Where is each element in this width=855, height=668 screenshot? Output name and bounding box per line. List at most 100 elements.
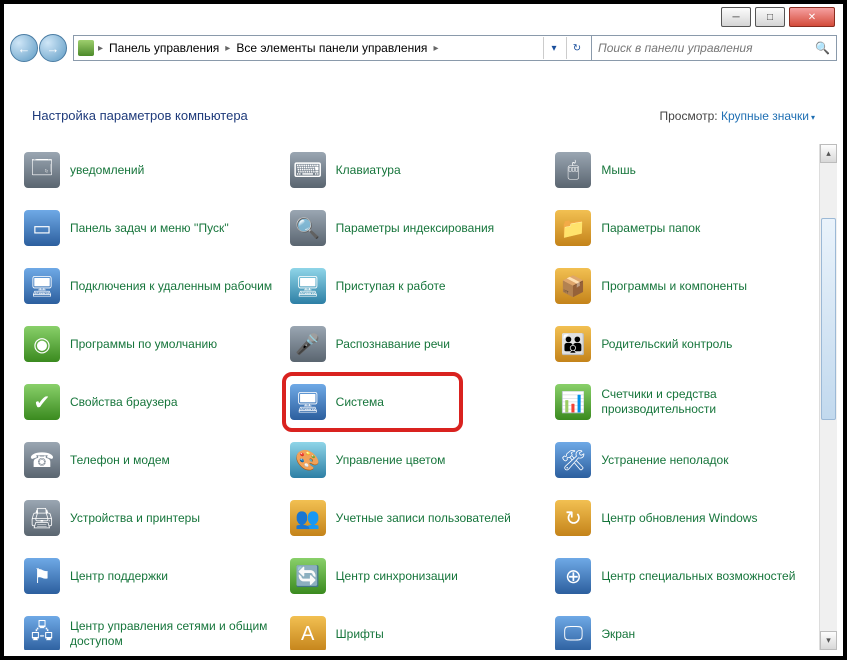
scroll-thumb[interactable] — [821, 218, 836, 420]
item-label: Шрифты — [336, 627, 384, 642]
control-panel-item[interactable]: 📁 Параметры папок — [553, 202, 819, 254]
control-panel-item[interactable]: ↻ Центр обновления Windows — [553, 492, 819, 544]
view-dropdown[interactable]: Крупные значки▾ — [721, 109, 815, 123]
control-panel-item[interactable]: 📊 Счетчики и средства производительности — [553, 376, 819, 428]
item-label: Центр специальных возможностей — [601, 569, 795, 584]
control-panel-item[interactable]: ◉ Программы по умолчанию — [22, 318, 288, 370]
nav-forward-button[interactable]: → — [39, 34, 67, 62]
control-panel-item[interactable]: ☎ Телефон и модем — [22, 434, 288, 486]
scroll-down-button[interactable]: ▾ — [820, 631, 837, 650]
control-panel-item[interactable]: 🖥 Приступая к работе — [288, 260, 554, 312]
item-icon: 👪 — [555, 326, 591, 362]
control-panel-item[interactable]: 🖥 Подключения к удаленным рабочим — [22, 260, 288, 312]
control-panel-item[interactable]: 🗔 уведомлений — [22, 144, 288, 196]
window-frame: ─ □ ✕ ← → ▸ Панель управления ▸ Все элем… — [0, 0, 847, 660]
item-icon: 👥 — [290, 500, 326, 536]
item-icon: ◉ — [24, 326, 60, 362]
item-icon: ⚑ — [24, 558, 60, 594]
item-label: Центр управления сетями и общим доступом — [70, 619, 286, 649]
control-panel-item[interactable]: 🔄Центр синхронизации — [288, 550, 554, 602]
item-icon: 📊 — [555, 384, 591, 420]
chevron-icon: ▸ — [433, 43, 438, 54]
item-label: Телефон и модем — [70, 453, 170, 468]
control-panel-item[interactable]: 🖱 Мышь — [553, 144, 819, 196]
control-panel-item[interactable]: 🖥 Система — [288, 376, 554, 428]
breadcrumb-dropdown-button[interactable]: ▾ — [543, 37, 564, 59]
item-label: Мышь — [601, 163, 636, 178]
item-label: Параметры индексирования — [336, 221, 494, 236]
control-panel-item[interactable]: 👪 Родительский контроль — [553, 318, 819, 370]
nav-back-button[interactable]: ← — [10, 34, 38, 62]
item-icon: 🖥 — [290, 384, 326, 420]
scrollbar[interactable]: ▴ ▾ — [819, 144, 837, 650]
item-icon: 🖥 — [24, 268, 60, 304]
item-label: Учетные записи пользователей — [336, 511, 511, 526]
control-panel-item[interactable]: ⊕Центр специальных возможностей — [553, 550, 819, 602]
item-icon: 🎨 — [290, 442, 326, 478]
item-icon: 🖱 — [555, 152, 591, 188]
control-panel-item[interactable]: ⚑Центр поддержки — [22, 550, 288, 602]
item-label: Панель задач и меню ''Пуск'' — [70, 221, 229, 236]
item-label: Система — [336, 395, 384, 410]
control-panel-item[interactable]: 🎤 Распознавание речи — [288, 318, 554, 370]
control-panel-item[interactable]: 🖵 Экран — [553, 608, 819, 650]
item-icon: ↻ — [555, 500, 591, 536]
address-bar-row: ← → ▸ Панель управления ▸ Все элементы п… — [10, 32, 837, 64]
search-input[interactable]: Поиск в панели управления 🔍 — [592, 35, 837, 61]
control-panel-item[interactable]: 👥 Учетные записи пользователей — [288, 492, 554, 544]
control-panel-icon — [78, 40, 94, 56]
breadcrumb-seg-1[interactable]: Панель управления — [105, 41, 223, 55]
control-panel-item[interactable]: 🛠 Устранение неполадок — [553, 434, 819, 486]
item-icon: 🎤 — [290, 326, 326, 362]
item-icon: ✔ — [24, 384, 60, 420]
control-panel-item[interactable]: 🖨Устройства и принтеры — [22, 492, 288, 544]
view-label: Просмотр: — [659, 109, 717, 123]
control-panel-item[interactable]: A Шрифты — [288, 608, 554, 650]
item-icon: ☎ — [24, 442, 60, 478]
page-title: Настройка параметров компьютера — [32, 108, 248, 123]
item-icon: 🗔 — [24, 152, 60, 188]
maximize-button[interactable]: □ — [755, 7, 785, 27]
item-label: Устранение неполадок — [601, 453, 728, 468]
item-icon: 📦 — [555, 268, 591, 304]
item-label: Экран — [601, 627, 635, 642]
item-label: Приступая к работе — [336, 279, 446, 294]
item-icon: A — [290, 616, 326, 650]
item-label: Центр обновления Windows — [601, 511, 757, 526]
item-icon: 🛠 — [555, 442, 591, 478]
item-label: Распознавание речи — [336, 337, 450, 352]
control-panel-item[interactable]: ▭Панель задач и меню ''Пуск'' — [22, 202, 288, 254]
item-label: Устройства и принтеры — [70, 511, 200, 526]
item-icon: 🖥 — [290, 268, 326, 304]
search-placeholder: Поиск в панели управления — [598, 41, 753, 55]
control-panel-item[interactable]: ⌨Клавиатура — [288, 144, 554, 196]
breadcrumb-bar[interactable]: ▸ Панель управления ▸ Все элементы панел… — [73, 35, 592, 61]
item-icon: 📁 — [555, 210, 591, 246]
control-panel-item[interactable]: 📦 Программы и компоненты — [553, 260, 819, 312]
item-icon: 🔍 — [290, 210, 326, 246]
item-label: уведомлений — [70, 163, 144, 178]
caption-buttons: ─ □ ✕ — [721, 7, 835, 27]
item-label: Свойства браузера — [70, 395, 178, 410]
page-header: Настройка параметров компьютера Просмотр… — [4, 74, 843, 123]
control-panel-item[interactable]: 🖧Центр управления сетями и общим доступо… — [22, 608, 288, 650]
item-label: Счетчики и средства производительности — [601, 387, 817, 417]
control-panel-item[interactable]: 🔍 Параметры индексирования — [288, 202, 554, 254]
control-panel-item[interactable]: ✔ Свойства браузера — [22, 376, 288, 428]
item-label: Родительский контроль — [601, 337, 732, 352]
item-label: Параметры папок — [601, 221, 700, 236]
view-selector: Просмотр: Крупные значки▾ — [659, 109, 815, 123]
chevron-icon: ▸ — [225, 43, 230, 54]
item-label: Программы по умолчанию — [70, 337, 217, 352]
refresh-button[interactable]: ↻ — [566, 37, 587, 59]
scroll-up-button[interactable]: ▴ — [820, 144, 837, 163]
close-button[interactable]: ✕ — [789, 7, 835, 27]
item-icon: 🔄 — [290, 558, 326, 594]
search-icon: 🔍 — [815, 41, 830, 55]
minimize-button[interactable]: ─ — [721, 7, 751, 27]
control-panel-item[interactable]: 🎨Управление цветом — [288, 434, 554, 486]
breadcrumb-seg-2[interactable]: Все элементы панели управления — [232, 41, 431, 55]
item-label: Подключения к удаленным рабочим — [70, 279, 272, 294]
item-label: Программы и компоненты — [601, 279, 747, 294]
item-icon: 🖵 — [555, 616, 591, 650]
